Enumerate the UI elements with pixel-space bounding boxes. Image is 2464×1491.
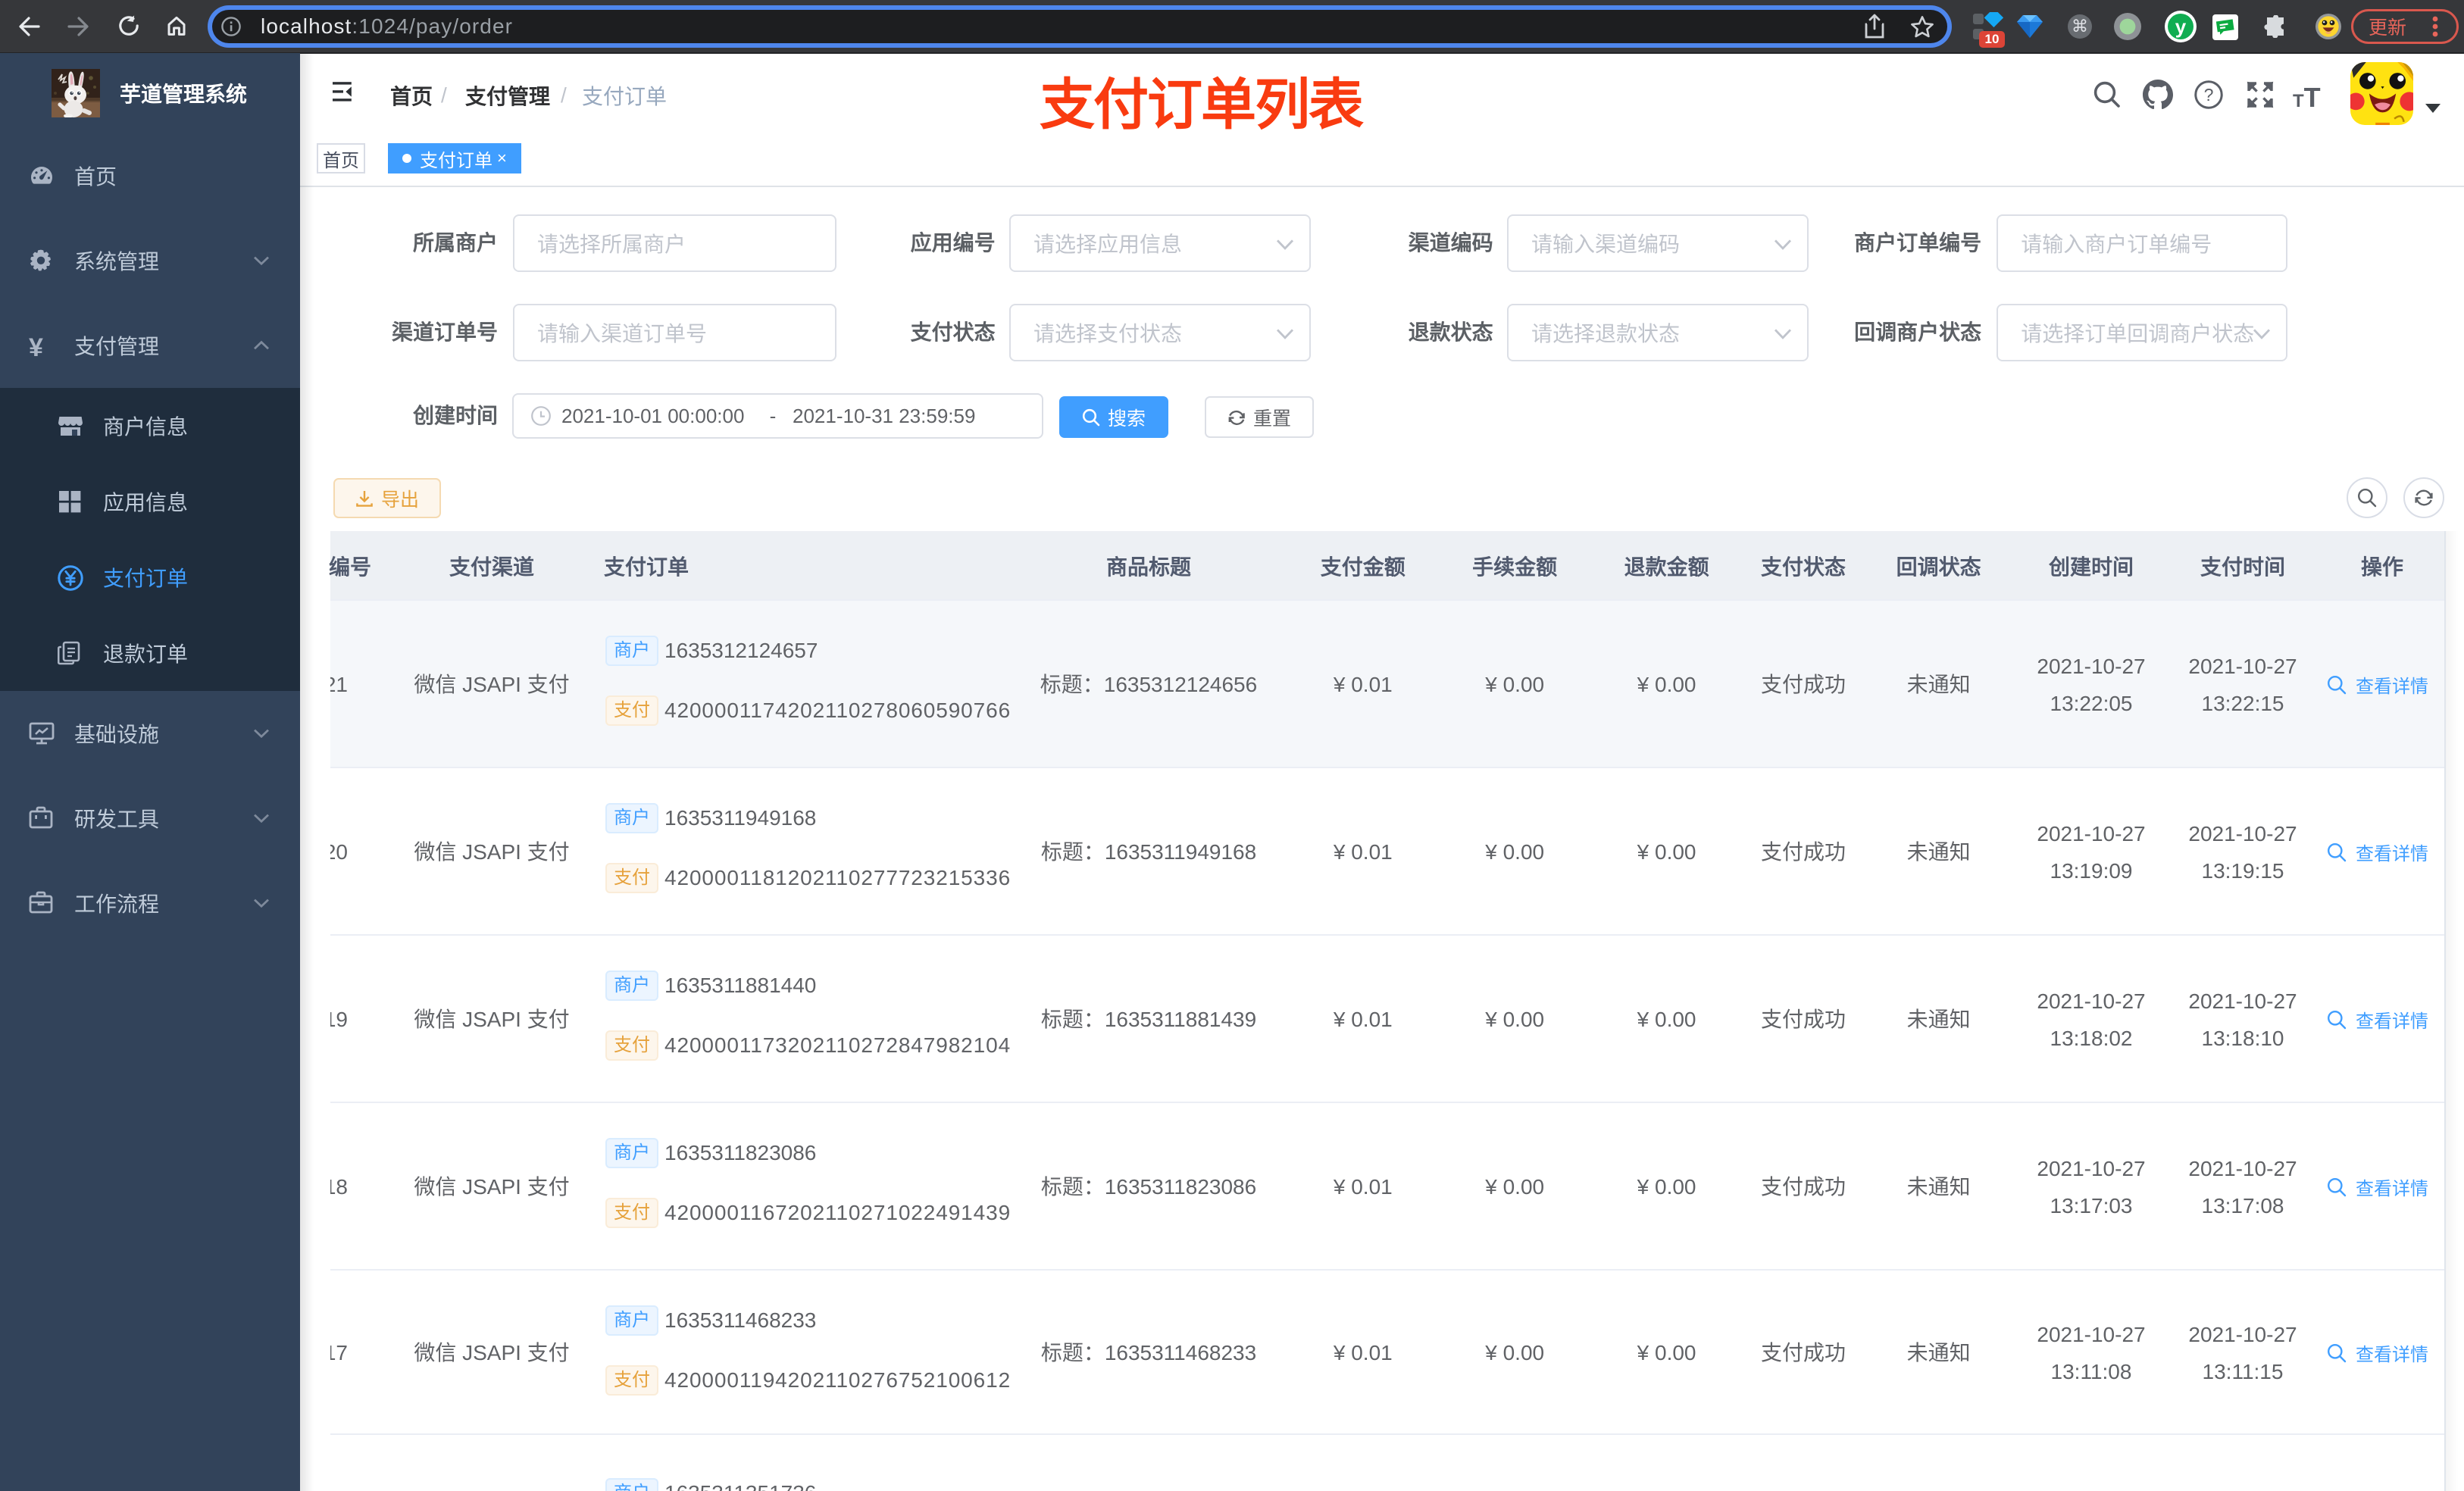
svg-text:?: ? bbox=[2204, 85, 2214, 105]
